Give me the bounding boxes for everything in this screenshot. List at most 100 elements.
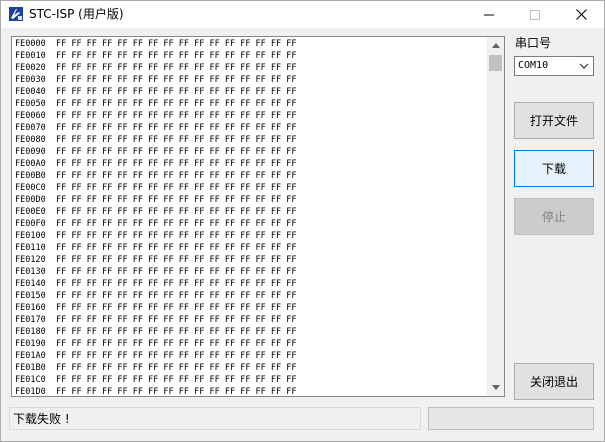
hex-line: FE0030 FF FF FF FF FF FF FF FF FF FF FF … <box>15 74 488 86</box>
chevron-down-icon <box>579 63 589 69</box>
hex-address: FE0070 <box>15 123 46 133</box>
hex-bytes: FF FF FF FF FF FF FF FF FF FF FF FF FF F… <box>55 351 297 361</box>
hex-line: FE0000 FF FF FF FF FF FF FF FF FF FF FF … <box>15 38 488 50</box>
hex-bytes: FF FF FF FF FF FF FF FF FF FF FF FF FF F… <box>55 39 297 49</box>
hex-line: FE01C0 FF FF FF FF FF FF FF FF FF FF FF … <box>15 374 488 386</box>
hex-bytes: FF FF FF FF FF FF FF FF FF FF FF FF FF F… <box>55 339 297 349</box>
hex-address: FE01C0 <box>15 375 46 385</box>
hex-line: FE0010 FF FF FF FF FF FF FF FF FF FF FF … <box>15 50 488 62</box>
hex-address: FE00E0 <box>15 207 46 217</box>
scroll-up-button[interactable] <box>487 37 504 54</box>
hex-bytes: FF FF FF FF FF FF FF FF FF FF FF FF FF F… <box>55 231 297 241</box>
hex-lines: FE0000 FF FF FF FF FF FF FF FF FF FF FF … <box>15 38 488 397</box>
hex-line: FE01D0 FF FF FF FF FF FF FF FF FF FF FF … <box>15 386 488 397</box>
hex-address: FE0040 <box>15 87 46 97</box>
download-button[interactable]: 下载 <box>514 150 594 187</box>
scroll-down-button[interactable] <box>487 379 504 396</box>
serial-port-select[interactable]: COM10 <box>514 56 594 76</box>
status-bar: 下载失败 ! <box>9 407 421 430</box>
app-window: STC-ISP (用户版) FE0000 FF FF FF FF FF FF F… <box>0 0 605 442</box>
close-exit-button[interactable]: 关闭退出 <box>514 363 594 400</box>
hex-address: FE0030 <box>15 75 46 85</box>
hex-bytes: FF FF FF FF FF FF FF FF FF FF FF FF FF F… <box>55 387 297 397</box>
hex-address: FE0060 <box>15 111 46 121</box>
hex-address: FE0000 <box>15 39 46 49</box>
hex-line: FE0070 FF FF FF FF FF FF FF FF FF FF FF … <box>15 122 488 134</box>
hex-line: FE0160 FF FF FF FF FF FF FF FF FF FF FF … <box>15 302 488 314</box>
hex-line: FE0120 FF FF FF FF FF FF FF FF FF FF FF … <box>15 254 488 266</box>
status-message: 下载失败 ! <box>13 412 70 426</box>
window-title: STC-ISP (用户版) <box>29 7 124 21</box>
hex-address: FE00A0 <box>15 159 46 169</box>
hex-address: FE0110 <box>15 243 46 253</box>
progress-bar <box>428 407 594 430</box>
hex-bytes: FF FF FF FF FF FF FF FF FF FF FF FF FF F… <box>55 51 297 61</box>
stc-isp-app-icon <box>9 7 23 21</box>
hex-address: FE0050 <box>15 99 46 109</box>
hex-line: FE00B0 FF FF FF FF FF FF FF FF FF FF FF … <box>15 170 488 182</box>
close-icon <box>575 9 587 20</box>
hex-line: FE0170 FF FF FF FF FF FF FF FF FF FF FF … <box>15 314 488 326</box>
stop-button[interactable]: 停止 <box>514 198 594 235</box>
hex-address: FE0120 <box>15 255 46 265</box>
hex-address: FE01B0 <box>15 363 46 373</box>
hex-bytes: FF FF FF FF FF FF FF FF FF FF FF FF FF F… <box>55 207 297 217</box>
hex-line: FE00C0 FF FF FF FF FF FF FF FF FF FF FF … <box>15 182 488 194</box>
scroll-up-arrow-icon <box>491 43 500 48</box>
hex-bytes: FF FF FF FF FF FF FF FF FF FF FF FF FF F… <box>55 219 297 229</box>
hex-bytes: FF FF FF FF FF FF FF FF FF FF FF FF FF F… <box>55 303 297 313</box>
hex-bytes: FF FF FF FF FF FF FF FF FF FF FF FF FF F… <box>55 315 297 325</box>
vertical-scrollbar[interactable] <box>487 37 504 396</box>
hex-line: FE0180 FF FF FF FF FF FF FF FF FF FF FF … <box>15 326 488 338</box>
scroll-thumb[interactable] <box>489 55 502 71</box>
hex-bytes: FF FF FF FF FF FF FF FF FF FF FF FF FF F… <box>55 99 297 109</box>
hex-bytes: FF FF FF FF FF FF FF FF FF FF FF FF FF F… <box>55 159 297 169</box>
close-button[interactable] <box>558 1 604 28</box>
hex-address: FE0130 <box>15 267 46 277</box>
maximize-icon <box>530 9 540 20</box>
hex-bytes: FF FF FF FF FF FF FF FF FF FF FF FF FF F… <box>55 267 297 277</box>
title-bar[interactable]: STC-ISP (用户版) <box>1 1 604 28</box>
serial-port-value: COM10 <box>518 60 549 71</box>
hex-address: FE0020 <box>15 63 46 73</box>
hex-bytes: FF FF FF FF FF FF FF FF FF FF FF FF FF F… <box>55 135 297 145</box>
hex-address: FE0150 <box>15 291 46 301</box>
hex-line: FE0020 FF FF FF FF FF FF FF FF FF FF FF … <box>15 62 488 74</box>
hex-address: FE01A0 <box>15 351 46 361</box>
open-file-button[interactable]: 打开文件 <box>514 102 594 139</box>
maximize-button[interactable] <box>512 1 558 28</box>
hex-address: FE01D0 <box>15 387 46 397</box>
hex-line: FE0100 FF FF FF FF FF FF FF FF FF FF FF … <box>15 230 488 242</box>
minimize-button[interactable] <box>466 1 512 28</box>
hex-line: FE00D0 FF FF FF FF FF FF FF FF FF FF FF … <box>15 194 488 206</box>
hex-data-view[interactable]: FE0000 FF FF FF FF FF FF FF FF FF FF FF … <box>11 36 505 397</box>
hex-address: FE0160 <box>15 303 46 313</box>
hex-line: FE0050 FF FF FF FF FF FF FF FF FF FF FF … <box>15 98 488 110</box>
hex-line: FE0080 FF FF FF FF FF FF FF FF FF FF FF … <box>15 134 488 146</box>
hex-line: FE00A0 FF FF FF FF FF FF FF FF FF FF FF … <box>15 158 488 170</box>
hex-address: FE0180 <box>15 327 46 337</box>
hex-bytes: FF FF FF FF FF FF FF FF FF FF FF FF FF F… <box>55 255 297 265</box>
hex-line: FE01B0 FF FF FF FF FF FF FF FF FF FF FF … <box>15 362 488 374</box>
hex-bytes: FF FF FF FF FF FF FF FF FF FF FF FF FF F… <box>55 279 297 289</box>
hex-line: FE00E0 FF FF FF FF FF FF FF FF FF FF FF … <box>15 206 488 218</box>
hex-bytes: FF FF FF FF FF FF FF FF FF FF FF FF FF F… <box>55 195 297 205</box>
hex-bytes: FF FF FF FF FF FF FF FF FF FF FF FF FF F… <box>55 171 297 181</box>
hex-bytes: FF FF FF FF FF FF FF FF FF FF FF FF FF F… <box>55 363 297 373</box>
hex-address: FE0010 <box>15 51 46 61</box>
hex-address: FE0190 <box>15 339 46 349</box>
hex-address: FE0140 <box>15 279 46 289</box>
hex-line: FE0190 FF FF FF FF FF FF FF FF FF FF FF … <box>15 338 488 350</box>
hex-address: FE0080 <box>15 135 46 145</box>
hex-address: FE0100 <box>15 231 46 241</box>
hex-line: FE0140 FF FF FF FF FF FF FF FF FF FF FF … <box>15 278 488 290</box>
hex-address: FE0090 <box>15 147 46 157</box>
hex-bytes: FF FF FF FF FF FF FF FF FF FF FF FF FF F… <box>55 63 297 73</box>
hex-address: FE0170 <box>15 315 46 325</box>
scroll-down-arrow-icon <box>491 385 500 390</box>
hex-address: FE00F0 <box>15 219 46 229</box>
hex-line: FE0110 FF FF FF FF FF FF FF FF FF FF FF … <box>15 242 488 254</box>
hex-address: FE00D0 <box>15 195 46 205</box>
hex-line: FE0060 FF FF FF FF FF FF FF FF FF FF FF … <box>15 110 488 122</box>
hex-bytes: FF FF FF FF FF FF FF FF FF FF FF FF FF F… <box>55 123 297 133</box>
